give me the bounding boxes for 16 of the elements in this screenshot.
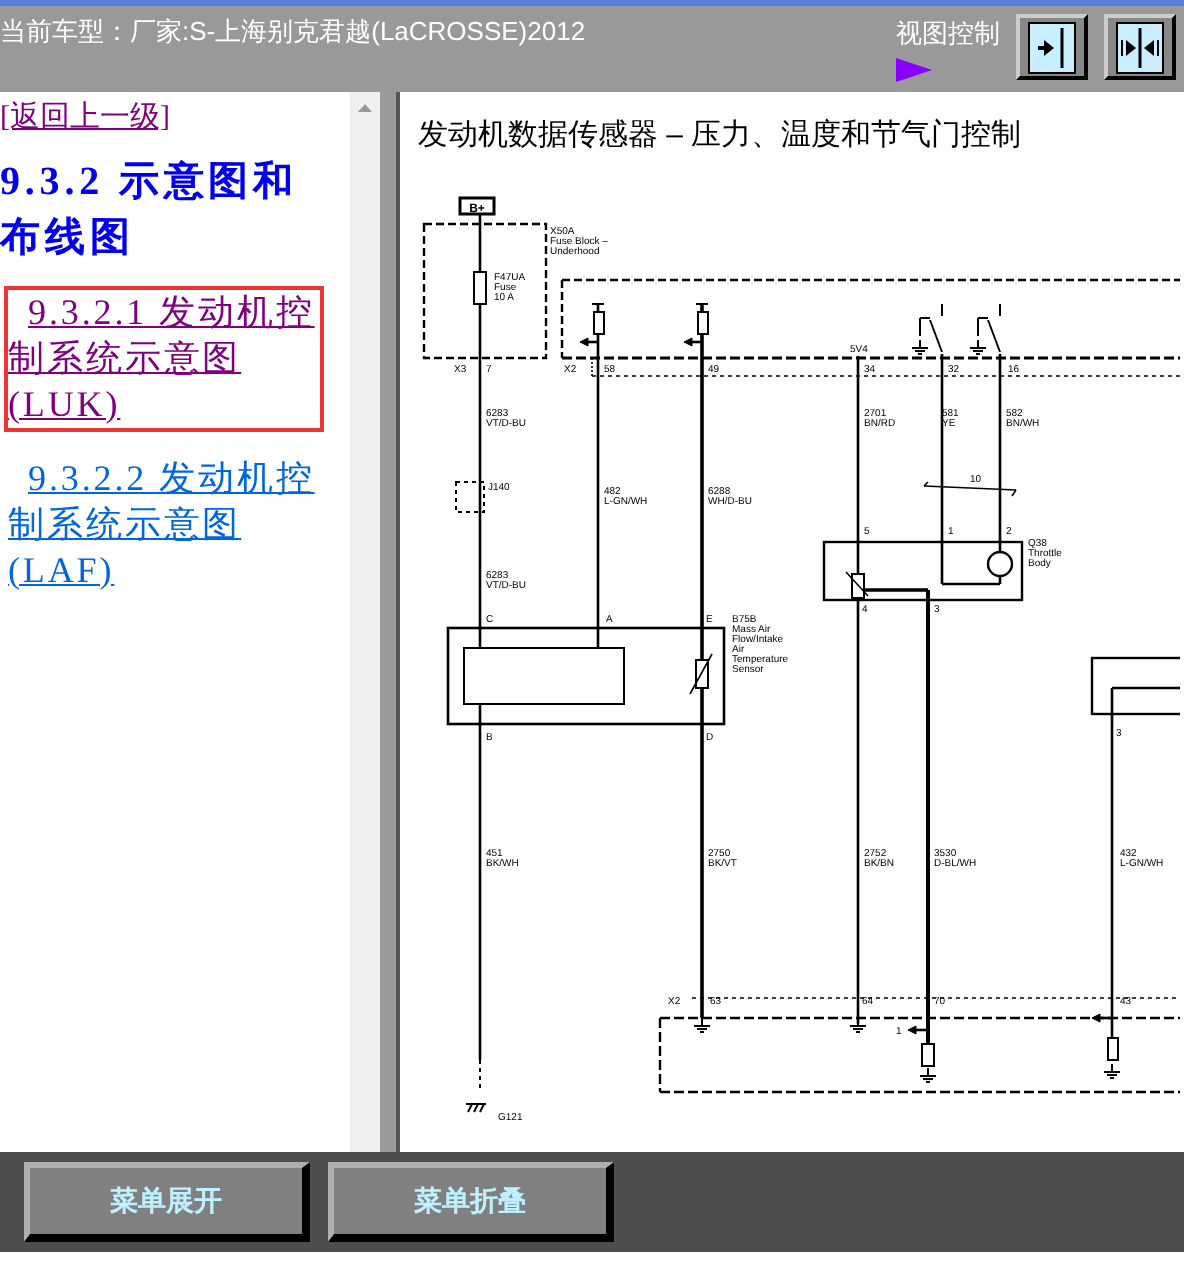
- vehicle-model-text: 当前车型：厂家:S-上海别克君越(LaCROSSE)2012: [0, 14, 586, 50]
- play-triangle-icon: [896, 57, 932, 81]
- splitter-bar[interactable]: [380, 92, 400, 1152]
- menu-button[interactable]: 菜单折叠: [328, 1162, 614, 1242]
- menu-link[interactable]: 9.3.2.1 发动机控制系统示意图(LUK): [4, 285, 324, 431]
- back-link[interactable]: [返回上一级]: [0, 96, 170, 141]
- menu-link[interactable]: 9.3.2.2 发动机控制系统示意图(LAF): [4, 451, 324, 597]
- scrollbar[interactable]: [350, 92, 380, 1152]
- diagram-title: 发动机数据传感器 – 压力、温度和节气门控制: [418, 118, 1022, 152]
- expand-view-button[interactable]: [1016, 14, 1088, 80]
- arrow-right-bar-icon: [1028, 21, 1076, 73]
- menu-button[interactable]: 菜单展开: [24, 1162, 310, 1242]
- scroll-up-icon: [358, 104, 372, 112]
- arrows-inward-icon: [1116, 21, 1164, 73]
- split-view-button[interactable]: [1104, 14, 1176, 80]
- view-control-label: 视图控制: [896, 16, 1000, 52]
